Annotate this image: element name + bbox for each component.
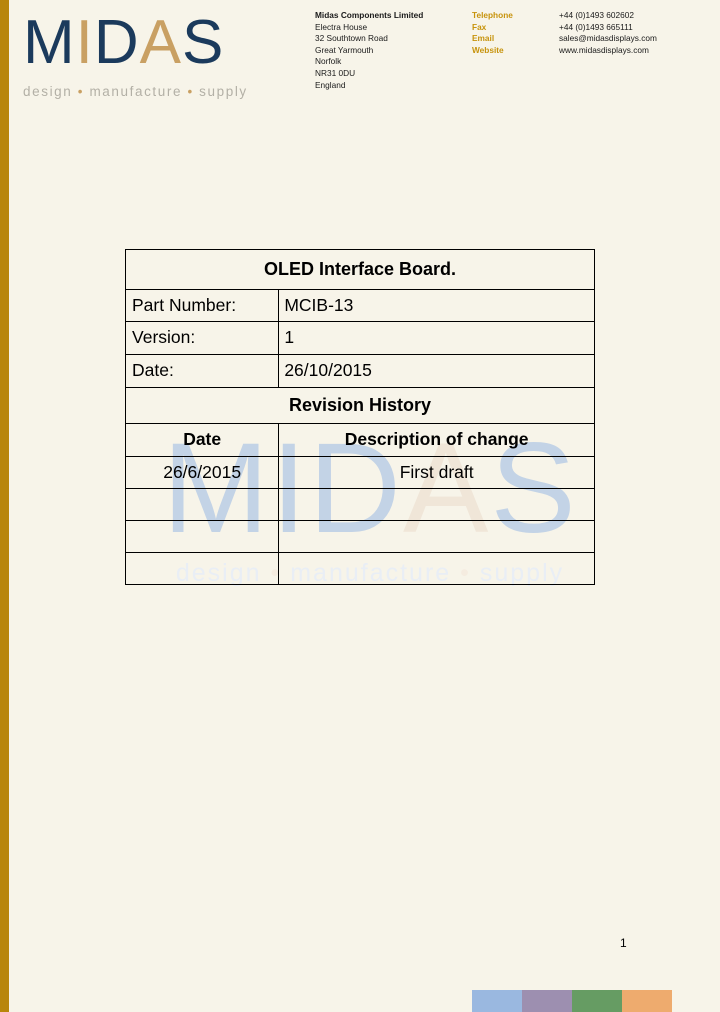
revision-column-header-description: Description of change xyxy=(278,422,595,457)
revision-description-text xyxy=(279,553,594,584)
table-row-title: OLED Interface Board. xyxy=(125,249,595,290)
tagline-word-manufacture: manufacture xyxy=(89,84,183,99)
field-label-text: Part Number: xyxy=(132,294,237,315)
field-value-version: 1 xyxy=(278,321,595,356)
address-city: Great Yarmouth xyxy=(315,44,374,55)
footer-color-swatches xyxy=(472,990,672,1012)
left-edge-accent-bar xyxy=(0,0,9,1012)
contact-label-email: Email xyxy=(472,33,495,44)
column-header-text: Description of change xyxy=(344,428,529,449)
revision-cell-description xyxy=(278,488,595,522)
address-county: Norfolk xyxy=(315,56,342,67)
revision-cell-date xyxy=(124,488,280,522)
contact-value-email[interactable]: sales@midasdisplays.com xyxy=(559,33,657,45)
column-header-text: Date xyxy=(183,428,222,449)
footer-swatch-orange xyxy=(622,990,672,1012)
logo-tagline: design • manufacture • supply xyxy=(23,84,268,99)
page-number: 1 xyxy=(620,936,627,950)
field-label-text: Version: xyxy=(132,327,196,348)
tagline-separator-icon: • xyxy=(187,84,194,99)
table-row xyxy=(124,520,595,554)
contact-values: +44 (0)1493 602602 +44 (0)1493 665111 sa… xyxy=(559,10,657,56)
tagline-separator-icon: • xyxy=(77,84,85,99)
table-row: Version: 1 xyxy=(124,321,595,356)
revision-history-heading: Revision History xyxy=(288,395,432,416)
logo-letter-i: I xyxy=(75,8,94,77)
contact-label-website: Website xyxy=(472,44,504,55)
logo-letter-a: A xyxy=(139,8,183,77)
page-title: OLED Interface Board. xyxy=(263,259,457,279)
field-value-date: 26/10/2015 xyxy=(278,354,595,389)
revision-column-header-date: Date xyxy=(124,422,280,457)
contact-label-telephone: Telephone xyxy=(472,10,513,20)
address-country: England xyxy=(315,79,346,90)
document-info-table: OLED Interface Board. Part Number: MCIB-… xyxy=(124,249,595,586)
field-value-text: 1 xyxy=(284,327,295,348)
company-address: Midas Components Limited Electra House 3… xyxy=(315,10,423,91)
company-name: Midas Components Limited xyxy=(315,10,424,20)
table-row xyxy=(124,552,595,586)
address-line-2: 32 Southtown Road xyxy=(315,33,388,44)
logo-wordmark: MIDAS xyxy=(23,12,268,74)
revision-cell-date xyxy=(124,520,280,554)
field-value-text: MCIB-13 xyxy=(284,294,354,315)
table-row: 26/6/2015 First draft xyxy=(124,455,595,490)
tagline-word-supply: supply xyxy=(199,84,248,99)
field-label-version: Version: xyxy=(124,321,280,356)
document-title-cell: OLED Interface Board. xyxy=(125,249,595,290)
field-value-part-number: MCIB-13 xyxy=(278,288,595,323)
field-value-text: 26/10/2015 xyxy=(284,360,372,381)
table-row xyxy=(124,488,595,522)
midas-logo: MIDAS design • manufacture • supply xyxy=(23,12,268,100)
footer-swatch-blue xyxy=(472,990,522,1012)
document-page: MIDAS design • manufacture • supply Mida… xyxy=(0,0,720,1012)
footer-swatch-purple xyxy=(522,990,572,1012)
tagline-word-design: design xyxy=(23,84,73,99)
field-label-date: Date: xyxy=(124,354,280,389)
revision-description-text xyxy=(279,521,594,552)
revision-date-text xyxy=(126,553,278,584)
address-line-1: Electra House xyxy=(315,21,368,32)
revision-date-text xyxy=(126,489,278,520)
revision-cell-description xyxy=(278,552,595,586)
field-label-text: Date: xyxy=(132,360,174,381)
contact-value-fax: +44 (0)1493 665111 xyxy=(559,21,633,32)
table-row: Part Number: MCIB-13 xyxy=(124,288,595,323)
revision-description-text xyxy=(279,489,594,520)
contact-value-telephone: +44 (0)1493 602602 xyxy=(559,10,634,20)
footer-swatch-green xyxy=(572,990,622,1012)
logo-letter-m: M xyxy=(23,8,76,77)
field-label-part-number: Part Number: xyxy=(124,288,280,323)
revision-cell-date: 26/6/2015 xyxy=(124,455,280,490)
revision-cell-description: First draft xyxy=(278,455,595,490)
revision-cell-description xyxy=(278,520,595,554)
revision-date-text: 26/6/2015 xyxy=(163,461,242,482)
logo-letter-s: S xyxy=(182,8,225,77)
contact-value-website[interactable]: www.midasdisplays.com xyxy=(559,45,657,57)
table-row-section-header: Revision History xyxy=(125,387,595,424)
revision-history-heading-cell: Revision History xyxy=(125,387,595,424)
revision-description-text: First draft xyxy=(399,461,474,482)
table-row: Date: 26/10/2015 xyxy=(124,354,595,389)
revision-cell-date xyxy=(124,552,280,586)
contact-labels: Telephone Fax Email Website xyxy=(472,10,513,56)
contact-label-fax: Fax xyxy=(472,21,487,32)
table-row-column-headers: Date Description of change xyxy=(124,422,595,457)
revision-date-text xyxy=(126,521,278,552)
page-header: MIDAS design • manufacture • supply Mida… xyxy=(9,0,720,115)
logo-letter-d: D xyxy=(93,8,140,77)
address-postcode: NR31 0DU xyxy=(315,67,356,78)
